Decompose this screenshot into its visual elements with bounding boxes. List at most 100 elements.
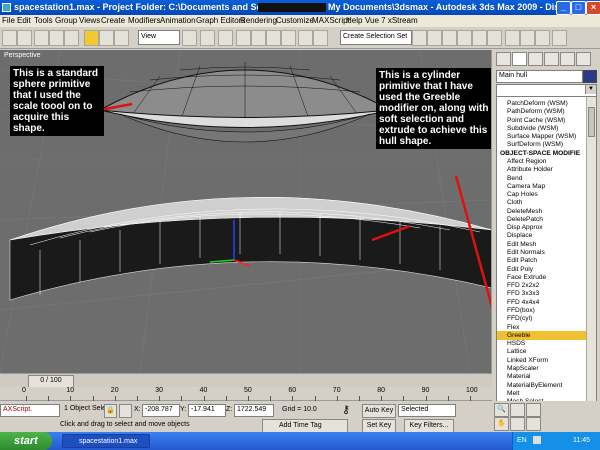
x-coordinate-field[interactable]: -208.787 (142, 404, 180, 417)
app-icon (2, 3, 11, 12)
track-bar-label: 10 (66, 387, 75, 394)
status-bar: AXScript. 1 Object Sele 🔒 X: -208.787 Y:… (0, 401, 492, 419)
time-slider[interactable]: 0 / 100 (0, 373, 492, 388)
menu-help[interactable]: Help (346, 16, 362, 25)
track-bar-label: 90 (421, 387, 430, 394)
keyboard-shortcut-icon[interactable] (218, 30, 233, 46)
sphere-primitive[interactable] (98, 62, 392, 143)
orbit-icon[interactable] (510, 417, 525, 431)
menu-customize[interactable]: Customize (276, 16, 314, 25)
pivot-icon[interactable] (182, 30, 197, 46)
lock-selection-icon[interactable]: 🔒 (104, 404, 117, 418)
track-bar-label: 60 (288, 387, 297, 394)
render-teapot-icon[interactable] (552, 30, 567, 46)
key-mode-select[interactable]: Selected (398, 404, 456, 417)
quick-render-icon[interactable] (535, 30, 550, 46)
create-tab-icon[interactable] (496, 52, 511, 66)
select-rotate-icon[interactable] (99, 30, 114, 46)
menu-animation[interactable]: Animation (160, 16, 196, 25)
start-button[interactable]: start (0, 432, 52, 450)
key-icon[interactable]: ⚷ (342, 403, 350, 416)
perspective-viewport[interactable]: Perspective This is a standard sphere pr… (0, 50, 492, 373)
system-tray: EN 11:45 (512, 432, 600, 450)
menu-edit[interactable]: Edit (17, 16, 31, 25)
minimize-button[interactable]: _ (556, 1, 571, 15)
menu-rendering[interactable]: Rendering (240, 16, 277, 25)
hierarchy-tab-icon[interactable] (528, 52, 543, 66)
window-title: spacestation1.max - Project Folder: C:\D… (14, 2, 289, 12)
menu-file[interactable]: File (2, 16, 15, 25)
clock: 11:45 (573, 437, 590, 444)
reference-coordinate-combo[interactable]: View (138, 30, 180, 45)
menu-vue-xstream[interactable]: Vue 7 xStream (365, 16, 418, 25)
named-selection-combo[interactable]: Create Selection Set (340, 30, 412, 45)
curve-editor-icon[interactable] (457, 30, 472, 46)
note-sphere: This is a standard sphere primitive that… (10, 66, 104, 136)
zoom-extents-icon[interactable] (526, 403, 541, 417)
add-time-tag-button[interactable]: Add Time Tag (262, 419, 348, 433)
edit-named-selection-icon[interactable] (298, 30, 313, 46)
redo-icon[interactable] (17, 30, 32, 46)
close-button[interactable]: × (586, 1, 600, 15)
z-coordinate-field[interactable]: 1722.549 (234, 404, 274, 417)
viewport-label[interactable]: Perspective (4, 52, 41, 59)
absolute-mode-icon[interactable] (119, 404, 132, 418)
language-indicator[interactable]: EN (517, 437, 527, 444)
zoom-all-icon[interactable] (510, 403, 525, 417)
redacted-path (258, 3, 326, 12)
zoom-icon[interactable]: 🔍 (494, 403, 509, 417)
y-coordinate-field[interactable]: -17.941 (188, 404, 226, 417)
modify-tab-icon[interactable] (512, 52, 527, 66)
material-editor-icon[interactable] (487, 30, 502, 46)
pan-icon[interactable]: ✋ (494, 417, 509, 431)
key-filters-button[interactable]: Key Filters... (404, 419, 454, 433)
auto-key-button[interactable]: Auto Key (362, 404, 396, 418)
title-bar: spacestation1.max - Project Folder: C:\D… (0, 0, 600, 15)
menu-tools[interactable]: Tools (34, 16, 53, 25)
scrollbar-thumb[interactable] (588, 107, 595, 137)
mirror-icon[interactable] (412, 30, 427, 46)
windows-taskbar: start spacestation1.max EN 11:45 (0, 432, 600, 450)
spinner-snap-icon[interactable] (281, 30, 296, 46)
set-key-button[interactable]: Set Key (362, 419, 396, 433)
display-tab-icon[interactable] (560, 52, 575, 66)
menu-views[interactable]: Views (79, 16, 100, 25)
chevron-down-icon[interactable]: ▼ (585, 85, 596, 94)
align-icon[interactable] (427, 30, 442, 46)
motion-tab-icon[interactable] (544, 52, 559, 66)
menu-modifiers[interactable]: Modifiers (128, 16, 160, 25)
select-manipulate-icon[interactable] (200, 30, 215, 46)
menu-graph-editors[interactable]: Graph Editors (196, 16, 245, 25)
modifier-list-scrollbar[interactable] (586, 97, 596, 422)
undo-icon[interactable] (2, 30, 17, 46)
percent-snap-icon[interactable] (266, 30, 281, 46)
utilities-tab-icon[interactable] (576, 52, 591, 66)
modifier-list: PatchDeform (WSM) PathDeform (WSM) Point C… (496, 96, 597, 423)
layer-manager-icon[interactable] (442, 30, 457, 46)
select-scale-icon[interactable] (114, 30, 129, 46)
unlink-icon[interactable] (49, 30, 64, 46)
track-bar-label: 20 (110, 387, 119, 394)
menu-create[interactable]: Create (101, 16, 125, 25)
taskbar-item-3dsmax[interactable]: spacestation1.max (62, 434, 150, 448)
view-combo-label: View (141, 33, 157, 40)
schematic-view-icon[interactable] (472, 30, 487, 46)
select-object-icon[interactable] (64, 30, 79, 46)
link-icon[interactable] (34, 30, 49, 46)
angle-snap-icon[interactable] (251, 30, 266, 46)
tray-icon[interactable] (533, 436, 541, 444)
maximize-button[interactable]: □ (571, 1, 586, 15)
rendered-frame-icon[interactable] (520, 30, 535, 46)
maximize-viewport-icon[interactable] (526, 417, 541, 431)
maxscript-listener[interactable]: AXScript. (0, 404, 60, 417)
menu-group[interactable]: Group (55, 16, 77, 25)
render-setup-icon[interactable] (505, 30, 520, 46)
track-bar-label: 100 (466, 387, 478, 394)
select-move-icon[interactable] (84, 30, 99, 46)
object-color-swatch[interactable] (583, 70, 597, 83)
snap-3d-icon[interactable] (236, 30, 251, 46)
menu-maxscript[interactable]: MAXScript (312, 16, 350, 25)
track-bar[interactable]: 0 10 20 30 40 50 60 70 80 90 100 (0, 387, 492, 401)
named-selection-icon[interactable] (313, 30, 328, 46)
object-name-field[interactable]: Main hull (496, 70, 583, 83)
